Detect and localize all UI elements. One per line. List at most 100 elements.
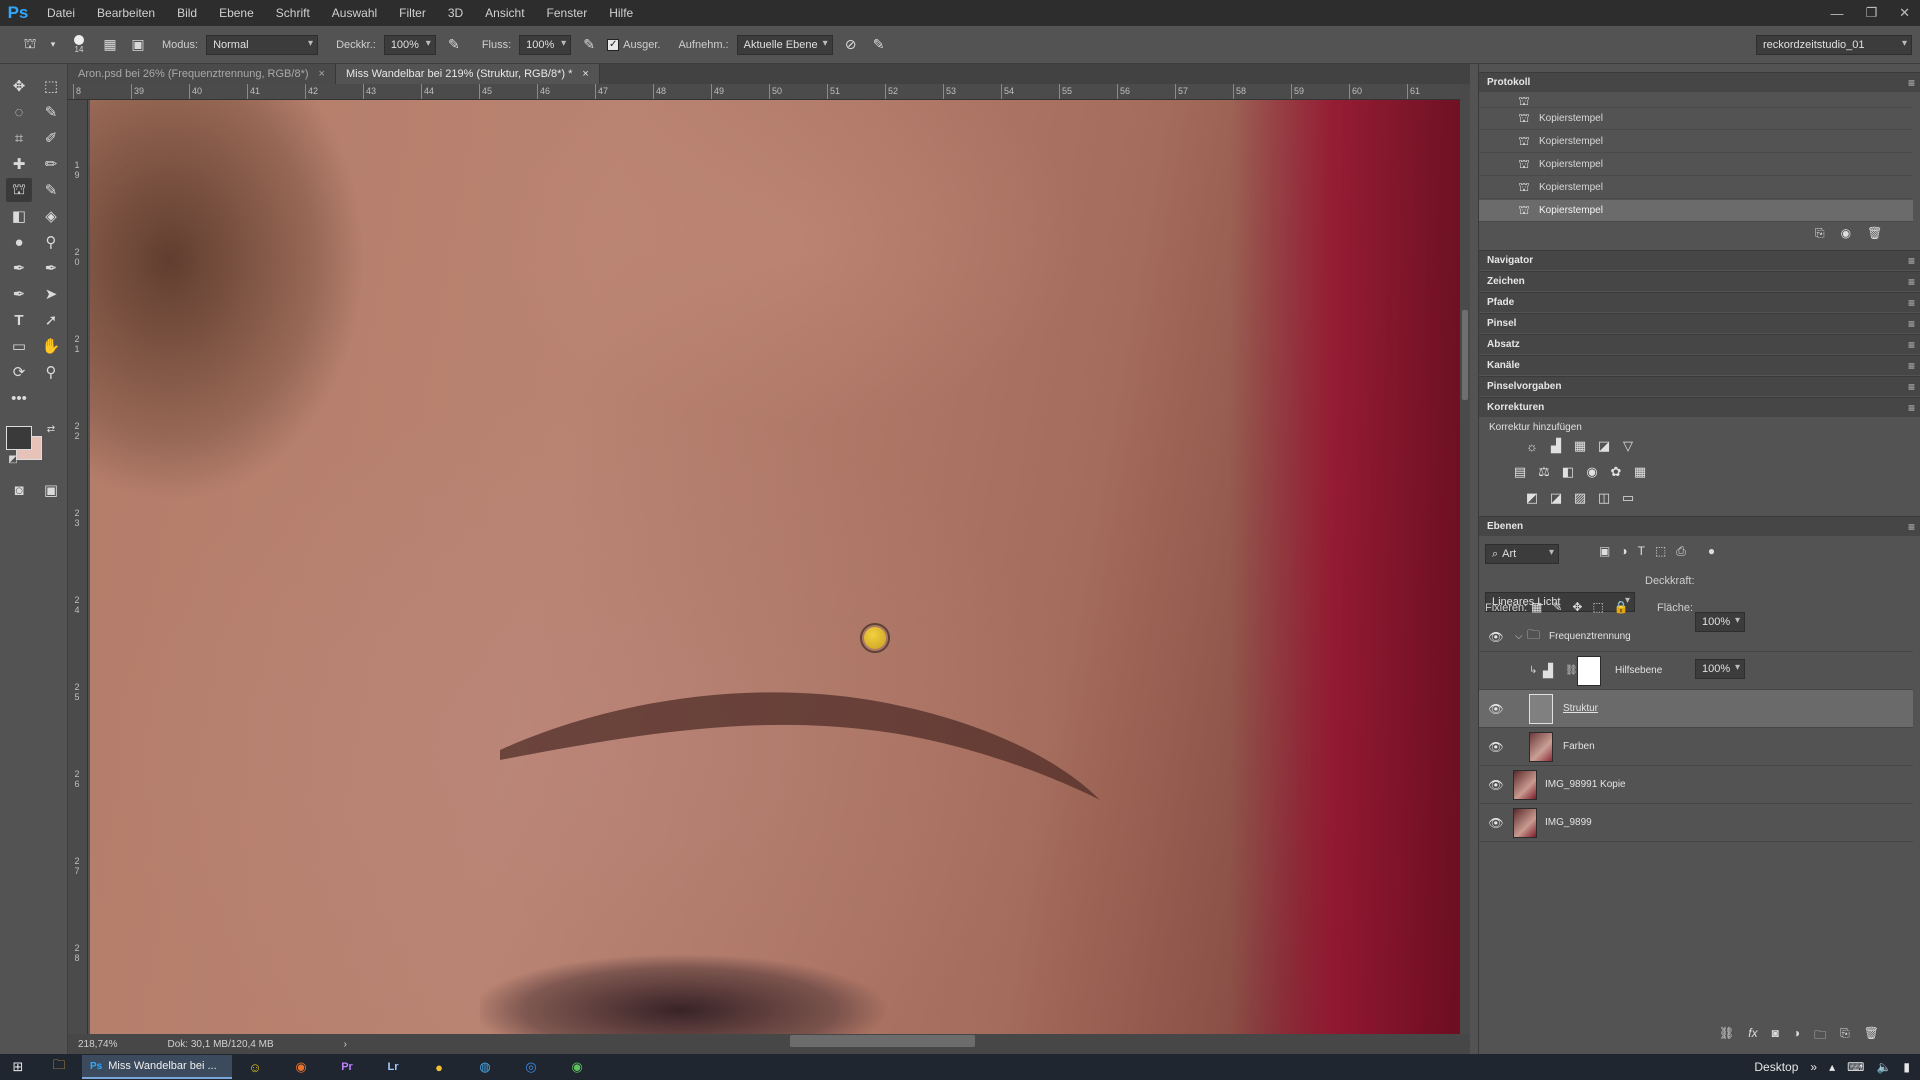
posterize-icon[interactable]: ◪ bbox=[1547, 490, 1565, 506]
lightroom-icon[interactable]: Lr bbox=[370, 1054, 416, 1080]
more-tools-icon[interactable]: ••• bbox=[6, 386, 32, 410]
menu-bild[interactable]: Bild bbox=[166, 0, 208, 26]
pfade-panel-header[interactable]: Pfade ≡ bbox=[1479, 292, 1920, 312]
exposure-icon[interactable]: ◪ bbox=[1595, 438, 1613, 454]
zoom-level[interactable]: 218,74% bbox=[78, 1039, 117, 1050]
link-layers-icon[interactable]: ⛓ bbox=[1719, 1026, 1734, 1047]
chevron-right-icon[interactable]: » bbox=[1810, 1060, 1817, 1074]
menu-ansicht[interactable]: Ansicht bbox=[474, 0, 535, 26]
color-balance-icon[interactable]: ⚖ bbox=[1535, 464, 1553, 480]
pressure-size-icon[interactable]: ✎ bbox=[869, 35, 889, 55]
vibrance-icon[interactable]: ▽ bbox=[1619, 438, 1637, 454]
layer-group-frequenztrennung[interactable]: 👁 ⌵ 🗀 Frequenztrennung bbox=[1479, 622, 1913, 652]
ignore-adjustment-layers-icon[interactable]: ⊘ bbox=[841, 35, 861, 55]
mail-icon[interactable]: ● bbox=[416, 1054, 462, 1080]
desktop-toolbar-label[interactable]: Desktop bbox=[1754, 1060, 1798, 1074]
hand-tool-icon[interactable]: ✋ bbox=[38, 334, 64, 358]
quick-selection-tool-icon[interactable]: ✎ bbox=[38, 100, 64, 124]
vertical-scrollbar-thumb[interactable] bbox=[1462, 310, 1468, 400]
layer-filter-select[interactable]: ⌕ Art bbox=[1485, 544, 1559, 564]
layer-hilfsebene[interactable]: ↳ ▟ ⛓ Hilfsebene bbox=[1479, 652, 1913, 690]
vertical-scrollbar[interactable] bbox=[1460, 84, 1470, 1034]
panel-menu-icon[interactable]: ≡ bbox=[1908, 76, 1915, 90]
visibility-eye-icon[interactable]: 👁 bbox=[1487, 702, 1505, 716]
horizontal-scrollbar-thumb[interactable] bbox=[790, 1035, 975, 1047]
gradient-map-icon[interactable]: ▭ bbox=[1619, 490, 1637, 506]
korrekturen-panel-header[interactable]: Korrekturen ≡ bbox=[1479, 397, 1920, 417]
photo-filter-icon[interactable]: ◉ bbox=[1583, 464, 1601, 480]
new-group-folder-icon[interactable]: 🗀 bbox=[1814, 1026, 1826, 1047]
color-lookup-icon[interactable]: ▦ bbox=[1631, 464, 1649, 480]
ebenen-panel-header[interactable]: Ebenen ≡ bbox=[1479, 516, 1920, 536]
invert-icon[interactable]: ◩ bbox=[1523, 490, 1541, 506]
taskbar-photoshop-task[interactable]: Ps Miss Wandelbar bei ... bbox=[82, 1055, 232, 1079]
hue-saturation-icon[interactable]: ▤ bbox=[1511, 464, 1529, 480]
pinselvorgaben-panel-header[interactable]: Pinselvorgaben ≡ bbox=[1479, 376, 1920, 396]
ausgerichtet-checkbox[interactable]: ✓ Ausger. bbox=[607, 38, 660, 51]
lock-artboard-icon[interactable]: ⬚ bbox=[1592, 600, 1603, 614]
menu-hilfe[interactable]: Hilfe bbox=[598, 0, 644, 26]
app-icon[interactable]: ☺ bbox=[232, 1054, 278, 1080]
chain-link-icon[interactable]: ⛓ bbox=[1565, 665, 1578, 676]
menu-auswahl[interactable]: Auswahl bbox=[321, 0, 388, 26]
layer-img-9899[interactable]: 👁 IMG_9899 bbox=[1479, 804, 1913, 842]
panel-menu-icon[interactable]: ≡ bbox=[1908, 254, 1915, 268]
delete-trash-icon[interactable]: 🗑 bbox=[1867, 226, 1882, 241]
clone-stamp-tool-icon[interactable]: ⛫ bbox=[20, 35, 40, 55]
panel-menu-icon[interactable]: ≡ bbox=[1908, 296, 1915, 310]
workspace-select[interactable]: reckordzeitstudio_01 bbox=[1756, 35, 1912, 55]
windows-start-icon[interactable]: ⊞ bbox=[0, 1054, 36, 1080]
file-explorer-icon[interactable]: 🗀 bbox=[36, 1054, 82, 1080]
pen-tool-icon[interactable]: ✒ bbox=[6, 256, 32, 280]
foreground-color-swatch[interactable] bbox=[6, 426, 32, 450]
layer-style-fx-icon[interactable]: fx bbox=[1748, 1026, 1757, 1047]
history-row[interactable]: ⛫ Kopierstempel bbox=[1479, 131, 1913, 153]
tray-arrow-icon[interactable]: ▴ bbox=[1829, 1060, 1835, 1074]
app-icon[interactable]: ◍ bbox=[462, 1054, 508, 1080]
lock-transparent-pixels-icon[interactable]: ▦ bbox=[1531, 600, 1542, 614]
airbrush-icon[interactable]: ✎ bbox=[579, 35, 599, 55]
healing-brush-tool-icon[interactable]: ✚ bbox=[6, 152, 32, 176]
visibility-eye-icon[interactable]: 👁 bbox=[1487, 778, 1505, 792]
curvature-pen-tool-icon[interactable]: ✒ bbox=[6, 282, 32, 306]
layer-farben[interactable]: 👁 Farben bbox=[1479, 728, 1913, 766]
new-layer-icon[interactable]: ⎘ bbox=[1840, 1026, 1850, 1047]
freeform-pen-tool-icon[interactable]: ✒ bbox=[38, 256, 64, 280]
filter-toggle-icon[interactable]: ● bbox=[1708, 544, 1715, 559]
tool-preset-dropdown[interactable]: ▾ bbox=[48, 35, 58, 55]
panel-menu-icon[interactable]: ≡ bbox=[1908, 520, 1915, 534]
blur-tool-icon[interactable]: ● bbox=[6, 230, 32, 254]
selective-color-icon[interactable]: ◫ bbox=[1595, 490, 1613, 506]
default-colors-icon[interactable]: ◩ bbox=[6, 452, 20, 466]
close-button[interactable]: ✕ bbox=[1899, 5, 1910, 21]
eyedropper-tool-icon[interactable]: ✐ bbox=[38, 126, 64, 150]
menu-ebene[interactable]: Ebene bbox=[208, 0, 265, 26]
shape-layer-filter-icon[interactable]: ⬚ bbox=[1655, 544, 1666, 559]
chrome-icon[interactable]: ◉ bbox=[554, 1054, 600, 1080]
smart-object-filter-icon[interactable]: ⎙ bbox=[1676, 544, 1686, 559]
menu-datei[interactable]: Datei bbox=[36, 0, 86, 26]
app-icon[interactable]: ◎ bbox=[508, 1054, 554, 1080]
rectangle-tool-icon[interactable]: ▭ bbox=[6, 334, 32, 358]
menu-filter[interactable]: Filter bbox=[388, 0, 437, 26]
lock-all-icon[interactable]: 🔒 bbox=[1614, 600, 1629, 614]
clone-stamp-tool-icon[interactable]: ⛫ bbox=[6, 178, 32, 202]
black-white-icon[interactable]: ◧ bbox=[1559, 464, 1577, 480]
menu-bearbeiten[interactable]: Bearbeiten bbox=[86, 0, 166, 26]
layer-thumbnail[interactable] bbox=[1529, 694, 1553, 724]
panel-menu-icon[interactable]: ≡ bbox=[1908, 359, 1915, 373]
deckkraft-select[interactable]: 100% bbox=[383, 34, 436, 55]
eraser-tool-icon[interactable]: ◧ bbox=[6, 204, 32, 228]
modus-select[interactable]: Normal bbox=[206, 34, 319, 55]
brush-settings-icon[interactable]: ▦ bbox=[100, 35, 120, 55]
history-row[interactable]: ⛫ Kopierstempel bbox=[1479, 108, 1913, 130]
panel-menu-icon[interactable]: ≡ bbox=[1908, 275, 1915, 289]
tab-aron[interactable]: Aron.psd bei 26% (Frequenztrennung, RGB/… bbox=[68, 64, 336, 84]
volume-icon[interactable]: 🔈 bbox=[1876, 1060, 1891, 1074]
restore-button[interactable]: ❐ bbox=[1865, 5, 1877, 21]
pinsel-panel-header[interactable]: Pinsel ≡ bbox=[1479, 313, 1920, 333]
menu-fenster[interactable]: Fenster bbox=[536, 0, 599, 26]
levels-icon[interactable]: ▟ bbox=[1547, 438, 1565, 454]
pixel-layer-filter-icon[interactable]: ▣ bbox=[1599, 544, 1610, 559]
lasso-tool-icon[interactable]: ◌ bbox=[6, 100, 32, 124]
